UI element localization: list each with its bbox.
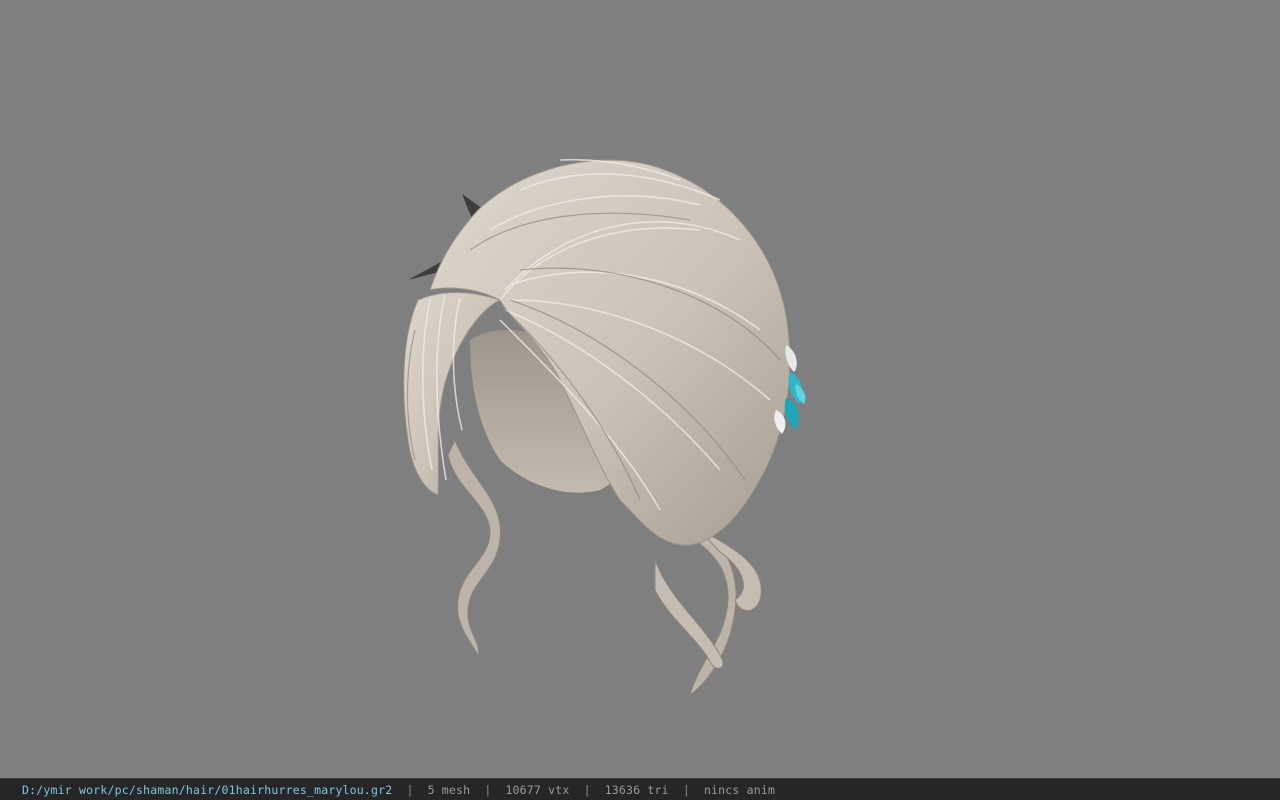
separator: | [682, 782, 690, 797]
hair-curl-left [447, 438, 501, 657]
separator: | [583, 782, 591, 797]
anim-status: nincs anim [703, 782, 776, 797]
separator: | [484, 782, 492, 797]
triangle-count: 13636 tri [604, 782, 669, 797]
hair-model-render [403, 158, 806, 697]
file-path: D:/ymir work/pc/shaman/hair/01hairhurres… [22, 782, 393, 797]
hair-curl-right [654, 559, 724, 669]
vertex-count: 10677 vtx [505, 782, 570, 797]
status-bar: D:/ymir work/pc/shaman/hair/01hairhurres… [0, 778, 1280, 800]
3d-viewport[interactable] [0, 0, 1280, 778]
separator: | [406, 782, 414, 797]
mesh-count: 5 mesh [427, 782, 471, 797]
